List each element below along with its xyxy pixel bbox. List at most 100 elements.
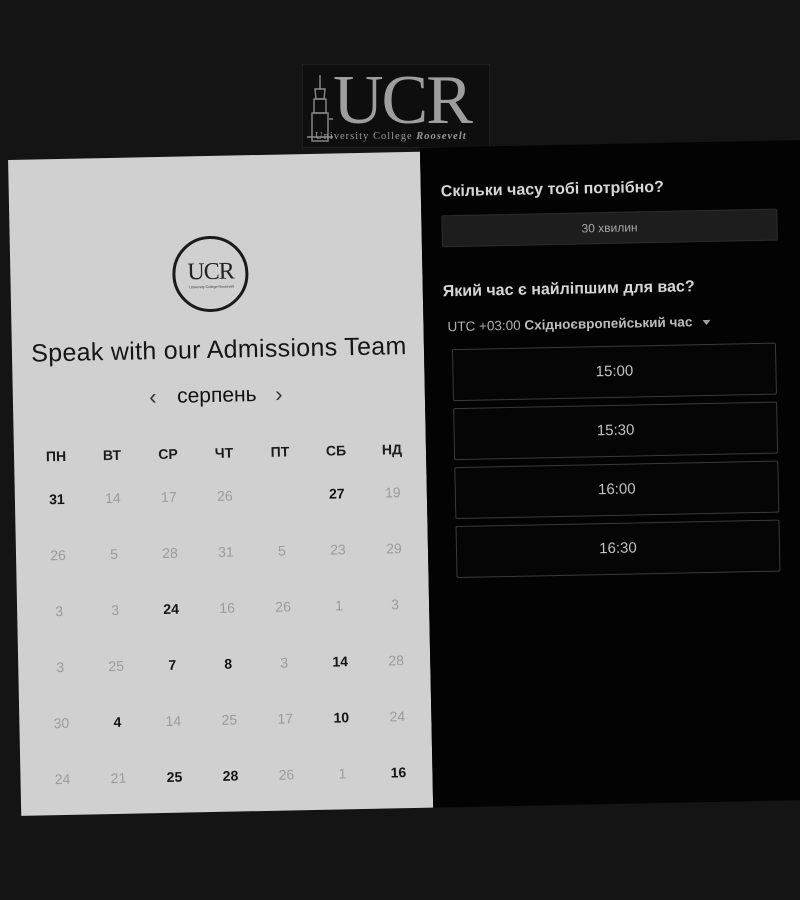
calendar-week-row: 3 3 24 16 26 1 3	[31, 578, 424, 642]
calendar-day-number: 26	[216, 487, 233, 504]
calendar-day-number: 4	[113, 713, 122, 730]
calendar-day-unavailable: 1	[314, 753, 371, 794]
calendar-day-unavailable: 21	[90, 757, 147, 798]
calendar-day-available[interactable]: 16	[370, 752, 427, 793]
calendar-day-number: 5	[109, 545, 119, 563]
calendar-day-number: 29	[385, 540, 402, 557]
calendar-day-number: 14	[332, 653, 349, 670]
calendar-week-row: 3 25 7 8 3 14 28	[32, 634, 425, 698]
time-slot-button[interactable]: 15:30	[453, 401, 779, 461]
calendar-day-unavailable: 31	[198, 531, 255, 572]
calendar-day-selected[interactable]: 10	[252, 474, 309, 515]
calendar-day-unavailable: 5	[254, 530, 311, 571]
calendar-day-number: 3	[55, 602, 64, 620]
time-slot-button[interactable]: 16:30	[455, 519, 781, 579]
calendar-day-unavailable: 26	[258, 754, 315, 795]
calendar-day-available[interactable]: 28	[202, 755, 259, 796]
calendar-day-unavailable: 30	[33, 702, 90, 743]
chevron-left-icon[interactable]: ‹	[141, 383, 166, 411]
logo-letters: UCR	[333, 62, 473, 139]
month-label: серпень	[176, 383, 257, 408]
circle-logo-subtitle: University College Roosevelt	[189, 284, 235, 290]
calendar-day-unavailable: 3	[367, 584, 424, 625]
circle-logo-letters: UCR	[187, 258, 234, 286]
calendar-day-available[interactable]: 8	[200, 643, 257, 684]
chevron-right-icon[interactable]: ›	[267, 380, 292, 408]
calendar-day-number: 26	[278, 766, 295, 783]
calendar-day-unavailable: 17	[140, 476, 197, 517]
caret-down-icon	[702, 319, 711, 326]
calendar-day-number: 24	[389, 708, 406, 725]
calendar-day-unavailable: 25	[88, 645, 145, 686]
page: UCR University College Roosevelt UCR Uni…	[0, 0, 800, 900]
timezone-select[interactable]: UTC +03:00 Східноєвропейський час	[447, 314, 711, 335]
calendar-day-unavailable: 16	[199, 587, 256, 628]
calendar-day-number: 3	[111, 601, 120, 619]
ucr-circle-logo: UCR University College Roosevelt	[171, 235, 250, 313]
calendar-day-available[interactable]: 14	[312, 641, 369, 682]
time-slot-list: 15:00 15:30 16:00 16:30	[451, 342, 781, 585]
calendar-day-number: 31	[48, 490, 65, 508]
calendar-day-number: 16	[390, 764, 407, 781]
calendar-day-number: 17	[160, 488, 177, 505]
month-navigation: ‹ серпень ›	[113, 380, 334, 414]
calendar-day-unavailable: 3	[31, 591, 88, 632]
calendar-day-unavailable: 3	[256, 642, 313, 683]
calendar-week-row: 31 14 17 26 10 27 19	[28, 466, 421, 530]
time-slot-button[interactable]: 15:00	[451, 342, 777, 402]
calendar-day-unavailable: 14	[145, 700, 202, 741]
calendar-day-number: 25	[166, 768, 183, 785]
time-question: Який час є найліпшим для вас?	[442, 278, 695, 301]
calendar-day-available[interactable]: 31	[28, 479, 85, 520]
weekday-fri: ПТ	[270, 443, 290, 460]
calendar-day-number: 28	[222, 767, 239, 784]
calendar-week-row: 30 4 14 25 17 10 24	[33, 690, 426, 754]
calendar-day-number: 3	[56, 658, 65, 676]
weekday-thu: ЧТ	[214, 444, 234, 461]
timezone-offset: UTC +03:00	[447, 317, 521, 335]
calendar-day-unavailable: 17	[257, 698, 314, 739]
duration-select[interactable]: 30 хвилин	[441, 208, 778, 248]
calendar-day-number: 3	[391, 596, 400, 613]
calendar-day-available[interactable]: 7	[144, 644, 201, 685]
calendar-day-number: 27	[328, 485, 345, 502]
calendar-day-unavailable: 28	[142, 532, 199, 573]
calendar-day-unavailable: 24	[369, 696, 426, 737]
calendar-panel: UCR University College Roosevelt Speak w…	[8, 151, 434, 816]
weekday-wed: СР	[158, 445, 178, 463]
calendar-day-unavailable: 26	[30, 535, 87, 576]
calendar-day-available[interactable]: 24	[143, 588, 200, 629]
weekday-mon: ПН	[45, 447, 67, 465]
calendar-day-number: 24	[54, 770, 71, 788]
calendar-day-available[interactable]: 27	[308, 473, 365, 514]
logo-subtitle: University College Roosevelt	[315, 131, 467, 142]
calendar-day-number: 24	[163, 600, 180, 617]
time-slot-button[interactable]: 16:00	[454, 460, 780, 520]
calendar-grid: ПН ВТ СР ЧТ ПТ СБ НД 31 14 17 26 10 27 19 26 5 28…	[28, 432, 427, 810]
weekday-tue: ВТ	[102, 446, 122, 464]
calendar-day-number: 26	[275, 598, 292, 615]
calendar-day-number: 7	[168, 656, 177, 673]
ucr-header-logo: UCR University College Roosevelt	[302, 62, 490, 148]
calendar-day-number: 16	[219, 599, 236, 616]
calendar-day-number: 1	[335, 597, 344, 614]
calendar-day-unavailable: 5	[86, 533, 143, 574]
calendar-day-available[interactable]: 4	[89, 701, 146, 742]
calendar-day-number: 3	[280, 654, 289, 671]
calendar-day-available[interactable]: 25	[146, 756, 203, 797]
calendar-day-number: 30	[53, 714, 70, 732]
calendar-day-number: 25	[108, 657, 125, 675]
calendar-day-available[interactable]: 10	[313, 697, 370, 738]
calendar-day-number: 14	[104, 489, 121, 507]
calendar-day-number: 5	[277, 542, 287, 559]
calendar-day-number: 17	[277, 710, 294, 727]
calendar-day-number: 14	[165, 712, 182, 729]
calendar-day-unavailable: 23	[310, 529, 367, 570]
calendar-day-number: 8	[224, 655, 233, 672]
calendar-day-unavailable: 3	[87, 589, 144, 630]
calendar-day-number: 26	[50, 546, 66, 564]
calendar-day-number: 23	[330, 541, 346, 558]
calendar-day-unavailable: 26	[196, 475, 253, 516]
calendar-day-number: 10	[272, 486, 289, 503]
calendar-week-row: 26 5 28 31 5 23 29	[30, 522, 423, 586]
